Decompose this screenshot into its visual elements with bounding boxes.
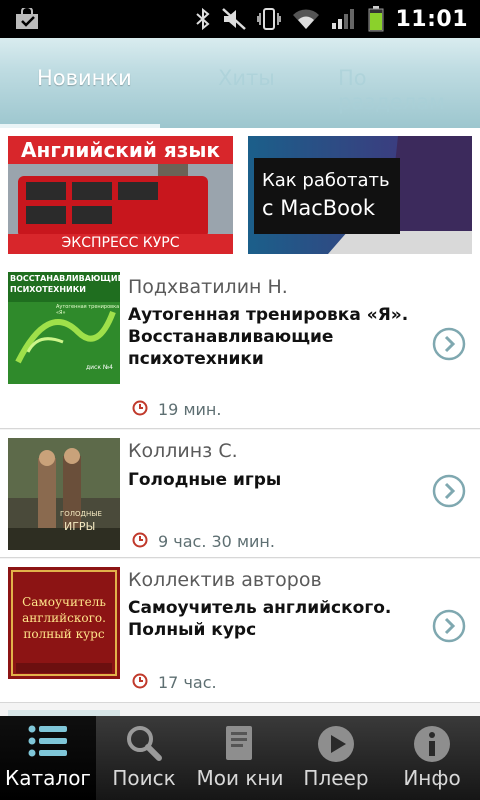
- tab-hits[interactable]: Хиты: [218, 66, 275, 90]
- book-title: Голодные игры: [128, 470, 282, 490]
- signal-icon: [332, 9, 355, 29]
- banner-line1: Как работать: [262, 170, 390, 191]
- clock-icon: [132, 400, 148, 416]
- macbook-banner[interactable]: Как работать с MacBook: [248, 136, 472, 254]
- cover-text: ГОЛОДНЫЕ: [60, 510, 102, 518]
- nav-catalog[interactable]: Каталог: [0, 716, 96, 800]
- bluetooth-icon: [196, 7, 211, 31]
- book-duration: 9 час. 30 мин.: [158, 532, 275, 551]
- chevron-right-icon[interactable]: [432, 474, 466, 508]
- nav-player[interactable]: Плеер: [288, 716, 384, 800]
- book-title: Самоучитель английского. Полный курс: [128, 598, 392, 640]
- book-author: Коллектив авторов: [128, 569, 322, 591]
- nav-label: Поиск: [112, 766, 176, 790]
- cover-text: ИГРЫ: [64, 520, 96, 533]
- book-cover: ВОССТАНАВЛИВАЮЩИЕ ПСИХОТЕХНИКИ Аутогенна…: [8, 272, 120, 384]
- battery-icon: [368, 6, 384, 32]
- cover-text: ПСИХОТЕХНИКИ: [10, 285, 86, 294]
- banner-title: Английский язык: [21, 138, 220, 162]
- book-author: Подхватилин Н.: [128, 276, 288, 298]
- nav-label: Инфо: [403, 766, 461, 790]
- nav-label: Плеер: [303, 766, 369, 790]
- nav-my-books[interactable]: Мои кни: [192, 716, 288, 800]
- list-item[interactable]: ВОССТАНАВЛИВАЮЩИЕ ПСИХОТЕХНИКИ Аутогенна…: [0, 264, 480, 429]
- play-icon: [318, 726, 354, 762]
- tab-new[interactable]: Новинки: [37, 66, 132, 90]
- vibrate-icon: [257, 8, 282, 30]
- book-duration: 17 час.: [158, 673, 217, 692]
- cover-text: ВОССТАНАВЛИВАЮЩИЕ: [10, 274, 120, 283]
- nav-info[interactable]: Инфо: [384, 716, 480, 800]
- chevron-right-icon[interactable]: [432, 609, 466, 643]
- clock-icon: [132, 532, 148, 548]
- tab-by-sections[interactable]: По разделам: [338, 66, 480, 114]
- cover-text: Самоучитель: [22, 595, 106, 609]
- cover-text: полный курс: [23, 627, 105, 641]
- book-duration: 19 мин.: [158, 400, 222, 419]
- nav-search[interactable]: Поиск: [96, 716, 192, 800]
- banner-line2: с MacBook: [262, 196, 376, 220]
- book-title: Аутогенная тренировка «Я». Восстанавлива…: [128, 305, 409, 369]
- banner-strip: Английский язык ЭКСПРЕСС КУРС Как работа…: [0, 128, 480, 264]
- book-cover: ГОЛОДНЫЕ ИГРЫ: [8, 438, 120, 550]
- list-icon: [28, 725, 67, 757]
- shopping-bag-icon: [16, 8, 38, 29]
- search-icon: [127, 726, 162, 761]
- nav-label: Мои кни: [196, 766, 284, 790]
- cover-text: английского.: [22, 611, 106, 625]
- info-icon: [414, 726, 450, 762]
- banner-subtitle: ЭКСПРЕСС КУРС: [61, 235, 180, 251]
- wifi-icon: [293, 9, 320, 29]
- cover-badge: диск №4: [86, 364, 113, 371]
- list-item[interactable]: Самоучитель английского. полный курс Кол…: [0, 559, 480, 703]
- cover-text: Аутогенная тренировка «Я»: [56, 304, 120, 316]
- status-bar: 11:01: [0, 0, 480, 38]
- book-author: Коллинз С.: [128, 440, 238, 462]
- clock-icon: [132, 673, 148, 689]
- mute-icon: [222, 8, 247, 30]
- list-item[interactable]: ГОЛОДНЫЕ ИГРЫ Коллинз С. Голодные игры 9…: [0, 430, 480, 558]
- tab-bar: Новинки Хиты По разделам: [0, 38, 480, 129]
- nav-label: Каталог: [5, 766, 91, 790]
- clock-time: 11:01: [395, 6, 468, 32]
- chevron-right-icon[interactable]: [432, 327, 466, 361]
- english-course-banner[interactable]: Английский язык ЭКСПРЕСС КУРС: [8, 136, 233, 254]
- bottom-navigation: Каталог Поиск Мои кни Плеер Инфо: [0, 716, 480, 800]
- book-icon: [226, 726, 252, 760]
- book-cover: Самоучитель английского. полный курс: [8, 567, 120, 679]
